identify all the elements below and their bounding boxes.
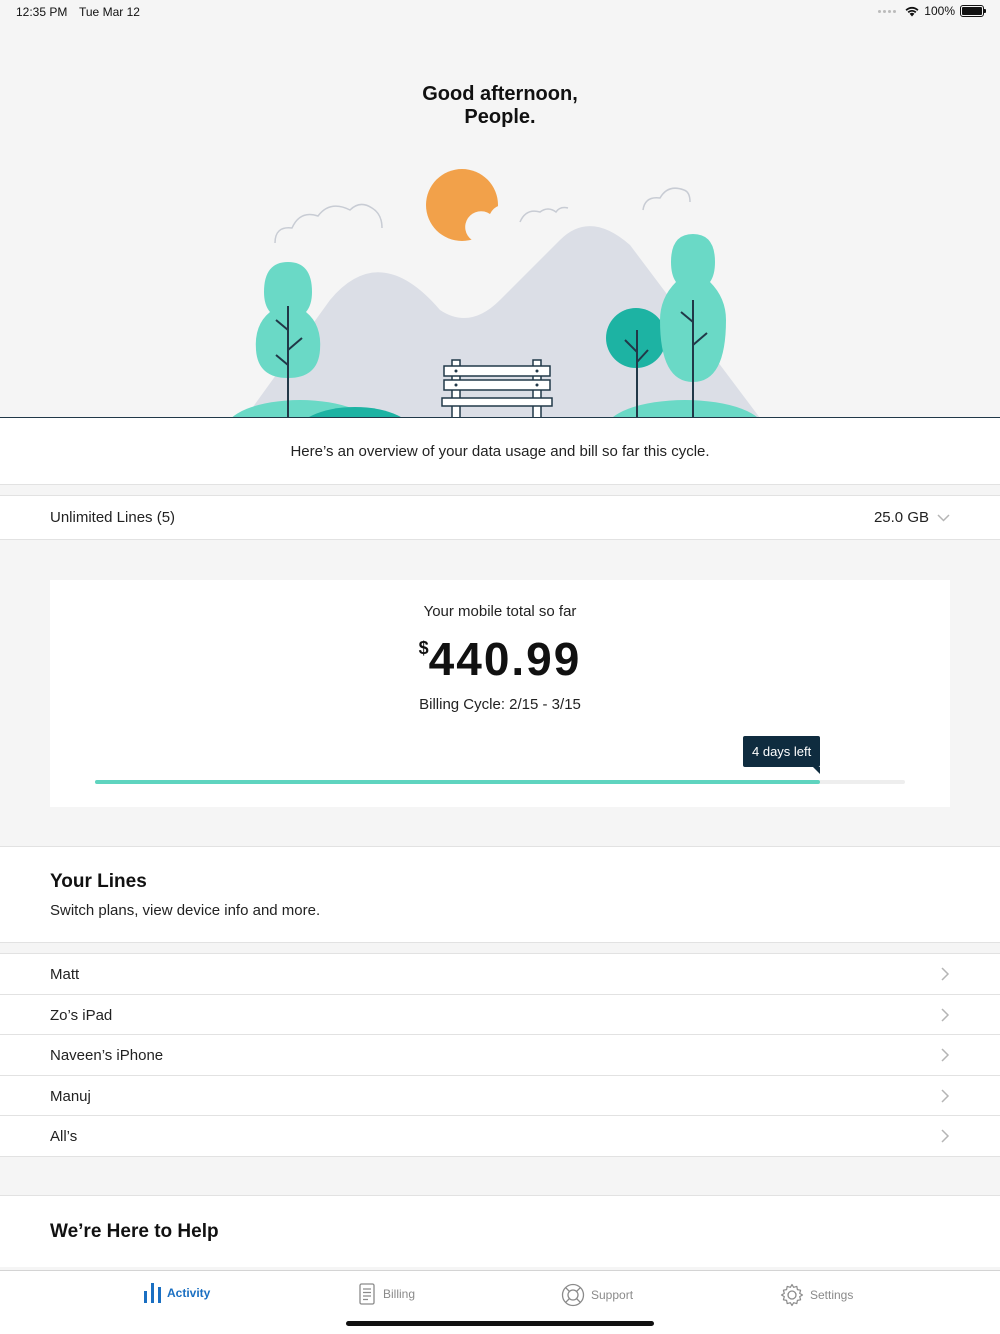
support-lifebuoy-icon [561,1283,585,1307]
battery-percent: 100% [924,4,955,18]
chevron-down-icon [937,513,950,522]
battery-icon [960,5,986,17]
billing-cycle: Billing Cycle: 2/15 - 3/15 [419,696,581,713]
help-title: We’re Here to Help [50,1221,219,1242]
chevron-right-icon [941,1007,950,1022]
chevron-right-icon [941,967,950,981]
line-item-zos-ipad[interactable]: Zo’s iPad [0,995,1000,1035]
chevron-right-icon [941,1088,950,1103]
cloud-right [642,187,691,211]
home-indicator [346,1321,654,1326]
tab-label: Settings [810,1288,854,1302]
line-item-manuj[interactable]: Manuj [0,1076,1000,1116]
tab-label: Support [591,1288,634,1302]
plan-name: Unlimited Lines (5) [50,509,176,526]
cloud-left [274,203,383,244]
activity-bars-icon [144,1283,161,1303]
signal-dots-icon [878,9,897,13]
overview-banner: Here’s an overview of your data usage an… [0,418,1000,485]
tab-label: Billing [383,1287,416,1301]
line-item-alls[interactable]: All’s [0,1116,1000,1157]
bill-total: $440.99 [50,632,950,686]
your-lines-title: Your Lines [50,871,147,892]
status-indicators: 100% [878,4,986,18]
park-illustration [231,169,760,418]
chevron-right-icon [941,1048,950,1062]
chevron-right-icon [941,1129,950,1143]
plan-data-usage[interactable]: 25.0 GB [874,509,950,526]
greeting: Good afternoon, People. [0,83,1000,129]
tab-label: Activity [167,1286,211,1300]
help-section: We’re Here to Help [0,1195,1000,1267]
your-lines-header: Your Lines Switch plans, view device inf… [0,846,1000,943]
line-item-label: Zo’s iPad [50,1006,113,1024]
bill-amount: 440.99 [428,633,582,685]
greeting-user-name: People. [464,106,536,128]
line-item-matt[interactable]: Matt [0,954,1000,995]
billing-document-icon [359,1283,375,1305]
tab-settings[interactable]: Settings [780,1283,853,1307]
lines-list: Matt Zo’s iPad Naveen’s iPhone Manuj All… [0,953,1000,1157]
tab-billing[interactable]: Billing [357,1283,415,1305]
line-item-label: Naveen’s iPhone [50,1047,164,1064]
line-item-label: Manuj [50,1087,91,1105]
line-item-label: Matt [50,966,80,983]
overview-text: Here’s an overview of your data usage an… [290,443,710,460]
line-item-label: All’s [50,1128,78,1145]
tab-support[interactable]: Support [561,1283,633,1307]
bill-label: Your mobile total so far [423,603,577,620]
plan-selector[interactable]: Unlimited Lines (5) 25.0 GB [0,495,1000,540]
bill-summary-card: Your mobile total so far $440.99 Billing… [50,580,950,807]
status-bar: 12:35 PM Tue Mar 12 100% [0,0,1000,24]
cycle-progress-fill [95,780,820,784]
cycle-progress-track [95,780,905,784]
bill-currency: $ [418,638,429,658]
line-item-naveens-iphone[interactable]: Naveen’s iPhone [0,1035,1000,1076]
greeting-line-1: Good afternoon, [422,83,578,105]
status-time: 12:35 PM [16,5,68,19]
wifi-icon [905,6,919,16]
your-lines-subtitle: Switch plans, view device info and more. [50,902,321,919]
cloud-mid [519,206,569,223]
days-left-badge: 4 days left [743,736,821,774]
plan-data-value: 25.0 GB [873,509,929,526]
tab-activity[interactable]: Activity [144,1283,210,1303]
settings-gear-icon [780,1283,804,1307]
status-date: Tue Mar 12 [79,5,140,19]
